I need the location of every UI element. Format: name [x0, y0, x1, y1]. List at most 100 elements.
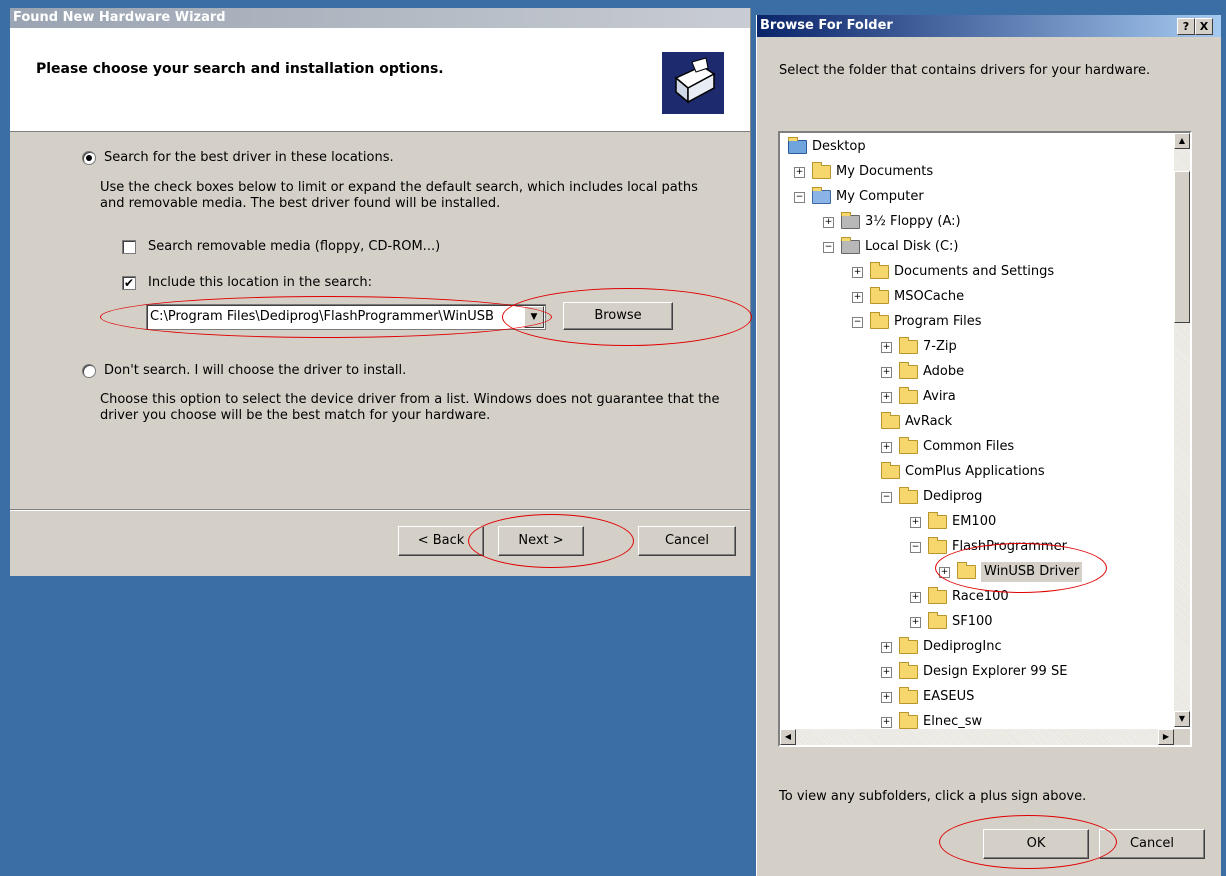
search-description: Use the check boxes below to limit or ex… — [100, 180, 698, 211]
folder-icon — [928, 537, 947, 554]
hardware-wizard-window: Found New Hardware Wizard Please choose … — [10, 8, 752, 576]
include-location-label: Include this location in the search: — [148, 275, 373, 290]
expand-plus-icon[interactable]: + — [881, 342, 892, 353]
expand-plus-icon[interactable]: + — [881, 367, 892, 378]
folder-icon — [881, 412, 900, 429]
computer-icon — [812, 187, 831, 204]
tree-node-label: Desktop — [812, 139, 866, 154]
collapse-minus-icon[interactable]: − — [794, 192, 805, 203]
folder-icon — [899, 437, 918, 454]
tree-node-label: Common Files — [923, 439, 1015, 454]
scroll-thumb[interactable] — [1174, 171, 1190, 323]
expand-plus-icon[interactable]: + — [794, 167, 805, 178]
dont-search-radio[interactable] — [82, 364, 96, 378]
search-removable-label: Search removable media (floppy, CD-ROM..… — [148, 239, 441, 254]
tree-node-label: Avira — [923, 389, 956, 404]
wizard-header-title: Please choose your search and installati… — [36, 61, 444, 77]
tree-node-label: My Computer — [836, 189, 924, 204]
drive-icon — [841, 237, 860, 254]
tree-node-label: EASEUS — [923, 689, 975, 704]
floppy-icon — [841, 212, 860, 229]
tree-node-label: SF100 — [952, 614, 993, 629]
footer-divider — [10, 509, 750, 511]
browse-highlight-ring — [502, 288, 752, 346]
folder-icon — [881, 462, 900, 479]
tree-node-label: Program Files — [894, 314, 982, 329]
folder-icon — [928, 587, 947, 604]
folder-icon — [899, 687, 918, 704]
tree-node-label: Documents and Settings — [894, 264, 1055, 279]
folder-icon — [899, 662, 918, 679]
folder-icon — [870, 287, 889, 304]
browse-footer-hint: To view any subfolders, click a plus sig… — [779, 789, 1087, 804]
horizontal-scrollbar[interactable]: ◀ ▶ — [780, 729, 1174, 745]
scroll-right-icon[interactable]: ▶ — [1158, 729, 1174, 745]
scroll-left-icon[interactable]: ◀ — [780, 729, 796, 745]
folder-icon — [928, 612, 947, 629]
scroll-corner — [1174, 729, 1190, 745]
folder-icon — [899, 487, 918, 504]
expand-plus-icon[interactable]: + — [881, 642, 892, 653]
collapse-minus-icon[interactable]: − — [852, 317, 863, 328]
scroll-up-icon[interactable]: ▲ — [1174, 133, 1190, 149]
include-location-checkbox[interactable]: ✔ — [122, 276, 136, 290]
expand-plus-icon[interactable]: + — [910, 517, 921, 528]
collapse-minus-icon[interactable]: − — [823, 242, 834, 253]
vertical-scrollbar[interactable]: ▲ ▼ — [1174, 133, 1190, 727]
ok-highlight-ring — [939, 815, 1117, 869]
browse-folder-dialog: Browse For Folder ? X Select the folder … — [756, 15, 1221, 876]
search-best-driver-radio[interactable] — [82, 151, 96, 165]
folder-icon — [812, 162, 831, 179]
expand-plus-icon[interactable]: + — [852, 267, 863, 278]
collapse-minus-icon[interactable]: − — [910, 542, 921, 553]
tree-node-label: 7-Zip — [923, 339, 957, 354]
folder-icon — [899, 362, 918, 379]
folder-icon — [870, 262, 889, 279]
expand-plus-icon[interactable]: + — [910, 617, 921, 628]
folder-icon — [899, 637, 918, 654]
tree-node-label: Design Explorer 99 SE — [923, 664, 1068, 679]
cancel-button[interactable]: Cancel — [638, 526, 736, 556]
winusb-highlight-ring — [935, 543, 1107, 593]
tree-node-label: My Documents — [836, 164, 934, 179]
dont-search-description: Choose this option to select the device … — [100, 392, 720, 423]
dont-search-label: Don't search. I will choose the driver t… — [104, 363, 407, 378]
next-highlight-ring — [468, 514, 634, 568]
collapse-minus-icon[interactable]: − — [881, 492, 892, 503]
tree-node-label: MSOCache — [894, 289, 965, 304]
location-highlight-ring — [100, 296, 552, 338]
folder-icon — [899, 712, 918, 729]
tree-node-label: DediprogInc — [923, 639, 1002, 654]
wizard-header: Please choose your search and installati… — [10, 28, 750, 132]
wizard-title: Found New Hardware Wizard — [10, 8, 750, 28]
expand-plus-icon[interactable]: + — [881, 442, 892, 453]
desktop-icon — [788, 137, 807, 154]
help-button[interactable]: ? — [1177, 18, 1195, 35]
tree-node-label: ComPlus Applications — [905, 464, 1045, 479]
tree-node-label: Dediprog — [923, 489, 983, 504]
expand-plus-icon[interactable]: + — [852, 292, 863, 303]
expand-plus-icon[interactable]: + — [881, 692, 892, 703]
folder-icon — [899, 387, 918, 404]
browse-instruction: Select the folder that contains drivers … — [779, 63, 1151, 78]
search-removable-checkbox[interactable] — [122, 240, 136, 254]
folder-icon — [870, 312, 889, 329]
expand-plus-icon[interactable]: + — [881, 717, 892, 728]
expand-plus-icon[interactable]: + — [881, 667, 892, 678]
scroll-down-icon[interactable]: ▼ — [1174, 711, 1190, 727]
tree-node-label: Adobe — [923, 364, 965, 379]
search-best-driver-label: Search for the best driver in these loca… — [104, 150, 394, 165]
folder-tree[interactable]: Desktop + My Documents − My Computer +3½ Flop… — [778, 131, 1192, 747]
expand-plus-icon[interactable]: + — [823, 217, 834, 228]
tree-node-label: Local Disk (C:) — [865, 239, 959, 254]
expand-plus-icon[interactable]: + — [881, 392, 892, 403]
close-button[interactable]: X — [1195, 18, 1213, 35]
folder-icon — [899, 337, 918, 354]
tree-node-label: 3½ Floppy (A:) — [865, 214, 961, 229]
folder-icon — [928, 512, 947, 529]
tree-node-label: AvRack — [905, 414, 953, 429]
browse-title: Browse For Folder — [757, 15, 1221, 37]
expand-plus-icon[interactable]: + — [910, 592, 921, 603]
hardware-icon — [662, 52, 724, 114]
tree-node-label: EM100 — [952, 514, 997, 529]
